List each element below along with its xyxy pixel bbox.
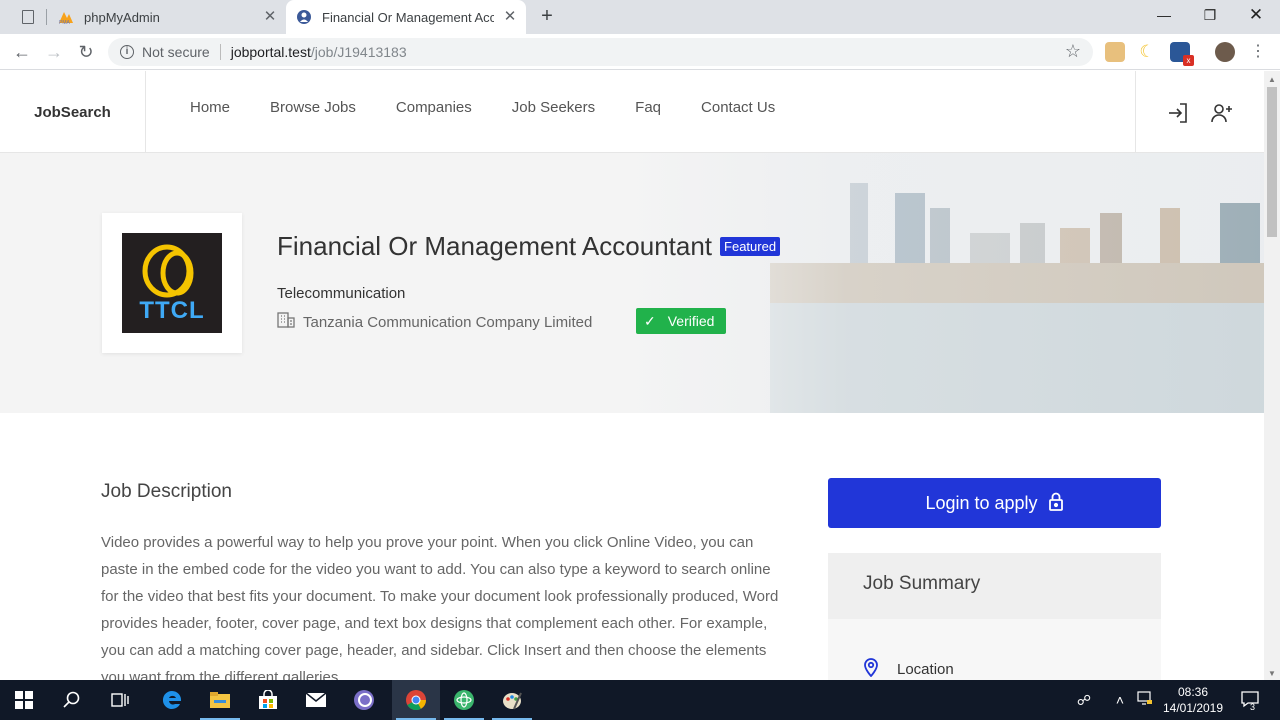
scrollbar-thumb[interactable] <box>1267 87 1277 237</box>
divider <box>219 44 221 60</box>
register-icon[interactable] <box>1210 101 1234 125</box>
description-heading: Job Description <box>101 481 232 502</box>
tab-separator <box>46 9 47 25</box>
page-viewport: JobSearch Home Browse Jobs Companies Job… <box>0 71 1264 680</box>
close-window-button[interactable]: ✕ <box>1233 0 1279 30</box>
file-explorer-icon[interactable] <box>196 680 244 720</box>
verified-badge: ✓ Verified <box>636 308 726 334</box>
task-view-icon[interactable] <box>96 680 144 720</box>
job-title-text: Financial Or Management Accountant <box>277 231 713 261</box>
network-icon[interactable] <box>1135 690 1155 710</box>
main-nav: Home Browse Jobs Companies Job Seekers F… <box>190 99 815 116</box>
chrome-icon[interactable] <box>392 680 440 720</box>
system-clock[interactable]: 08:36 14/01/2019 <box>1160 684 1226 716</box>
job-hero: TTCL Financial Or Management Accountant … <box>0 153 1264 413</box>
reload-icon[interactable]: ↻ <box>76 42 96 62</box>
company-logo-card: TTCL <box>102 213 242 353</box>
edge-icon[interactable] <box>148 680 196 720</box>
bookmark-star-icon[interactable]: ☆ <box>1065 41 1081 62</box>
tab-blank[interactable] <box>14 0 44 34</box>
logo-text: TTCL <box>139 297 205 324</box>
start-button[interactable] <box>0 680 48 720</box>
svg-text:PMA: PMA <box>59 20 71 25</box>
city-skyline-image <box>620 153 1264 413</box>
tab-phpmyadmin[interactable]: PMA phpMyAdmin ✕ <box>50 0 286 34</box>
lock-icon <box>1048 491 1064 516</box>
nav-home[interactable]: Home <box>190 99 230 116</box>
menu-dots-icon[interactable]: ⋮ <box>1248 42 1268 62</box>
location-label: Location <box>897 660 954 678</box>
tab-title: Financial Or Management Accou <box>322 9 494 25</box>
company-name[interactable]: Tanzania Communication Company Limited <box>303 314 592 331</box>
clock-time: 08:36 <box>1177 685 1209 699</box>
scroll-down-arrow[interactable]: ▼ <box>1268 669 1276 678</box>
notifications-icon[interactable]: 3 <box>1238 690 1262 712</box>
nav-faq[interactable]: Faq <box>635 99 661 116</box>
job-summary-heading: Job Summary <box>828 553 1161 619</box>
site-brand[interactable]: JobSearch <box>0 71 146 153</box>
security-label: Not secure <box>142 44 210 60</box>
windows-taskbar: ☍ ˄ 08:36 14/01/2019 3 <box>0 680 1280 720</box>
extension-icon[interactable] <box>1105 42 1125 62</box>
browser-toolbar: ← → ↻ i Not secure jobportal.test /job/J… <box>0 34 1280 70</box>
chevron-up-icon[interactable]: ˄ <box>1110 690 1130 710</box>
close-tab-icon[interactable]: ✕ <box>502 9 518 25</box>
paint-app-icon[interactable] <box>488 680 536 720</box>
job-category: Telecommunication <box>277 285 406 302</box>
moon-extension-icon[interactable]: ☾ <box>1137 42 1157 62</box>
mail-icon[interactable] <box>292 680 340 720</box>
forward-icon[interactable]: → <box>44 42 64 62</box>
location-row: Location <box>863 657 954 680</box>
clock-date: 14/01/2019 <box>1162 701 1224 715</box>
address-bar[interactable]: i Not secure jobportal.test /job/J194131… <box>108 38 1093 66</box>
apply-label: Login to apply <box>925 492 1038 513</box>
back-icon[interactable]: ← <box>12 42 32 62</box>
featured-badge: Featured <box>720 237 781 256</box>
tab-strip: PMA phpMyAdmin ✕ Financial Or Management… <box>0 0 1280 34</box>
tab-active[interactable]: Financial Or Management Accou ✕ <box>286 0 526 34</box>
nav-browse-jobs[interactable]: Browse Jobs <box>270 99 356 116</box>
login-to-apply-button[interactable]: Login to apply <box>828 478 1161 528</box>
url-path: /job/J19413183 <box>310 44 407 60</box>
building-icon <box>277 312 295 332</box>
info-icon[interactable]: i <box>120 45 134 59</box>
header-actions <box>1135 71 1264 153</box>
site-header: JobSearch Home Browse Jobs Companies Job… <box>0 71 1264 153</box>
tab-title: phpMyAdmin <box>84 9 160 25</box>
restore-button[interactable]: ❐ <box>1187 0 1233 30</box>
job-summary-card: Job Summary Location <box>828 553 1161 680</box>
close-tab-icon[interactable]: ✕ <box>262 9 278 25</box>
company-line: Tanzania Communication Company Limited <box>277 312 592 332</box>
app-icon[interactable] <box>340 680 388 720</box>
search-icon[interactable] <box>48 680 96 720</box>
description-text: Video provides a powerful way to help yo… <box>101 534 779 680</box>
page-scrollbar[interactable]: ▲ ▼ <box>1264 71 1280 680</box>
profile-avatar[interactable] <box>1215 42 1235 62</box>
scroll-up-arrow[interactable]: ▲ <box>1268 75 1276 84</box>
new-tab-button[interactable]: + <box>537 6 557 26</box>
login-icon[interactable] <box>1166 101 1190 125</box>
verified-label: Verified <box>667 313 715 329</box>
atom-app-icon[interactable] <box>440 680 488 720</box>
job-title: Financial Or Management Accountant Featu… <box>277 231 781 262</box>
page-icon <box>22 10 34 24</box>
minimize-button[interactable]: — <box>1141 0 1187 30</box>
mail-extension-icon[interactable]: x <box>1170 42 1194 66</box>
notification-count: 3 <box>1250 702 1256 712</box>
map-pin-icon <box>863 657 879 680</box>
url-host: jobportal.test <box>230 44 311 60</box>
phpmyadmin-icon: PMA <box>58 9 74 26</box>
nav-job-seekers[interactable]: Job Seekers <box>512 99 595 116</box>
check-icon: ✓ <box>644 312 656 329</box>
store-icon[interactable] <box>244 680 292 720</box>
nav-companies[interactable]: Companies <box>396 99 472 116</box>
nav-contact-us[interactable]: Contact Us <box>701 99 775 116</box>
company-logo: TTCL <box>122 233 222 333</box>
site-favicon <box>296 9 312 25</box>
people-icon[interactable]: ☍ <box>1074 690 1094 710</box>
